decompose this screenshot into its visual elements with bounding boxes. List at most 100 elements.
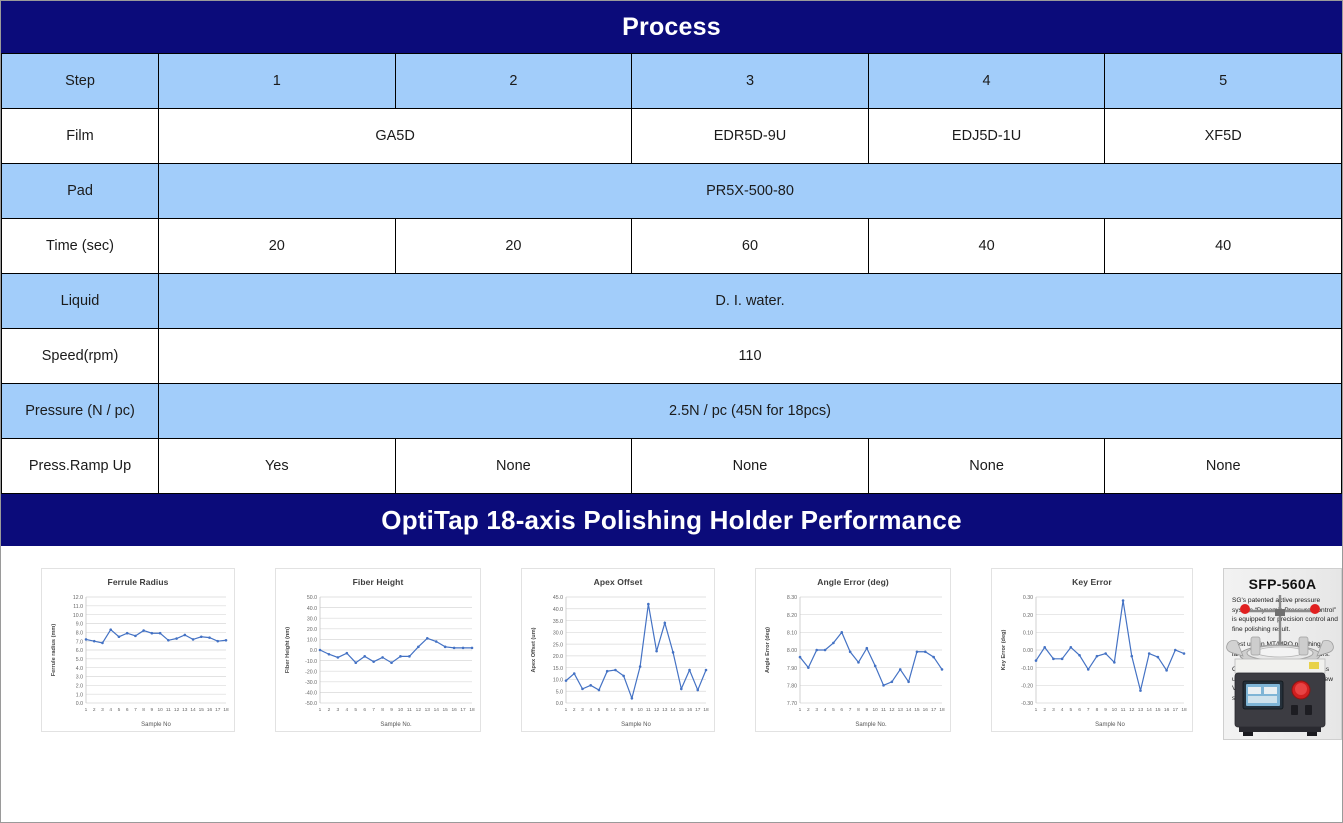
row-label: Step <box>1 53 159 109</box>
data-point <box>117 635 121 639</box>
y-tick-label: -50.0 <box>305 701 317 707</box>
y-tick-label: 15.0 <box>553 666 563 672</box>
data-point <box>345 651 349 655</box>
y-tick-label: 6.0 <box>76 648 83 654</box>
x-tick-label: 10 <box>157 707 163 713</box>
data-point <box>1043 646 1047 649</box>
x-tick-label: 18 <box>1181 707 1187 713</box>
x-tick-label: 1 <box>565 707 568 713</box>
data-point <box>408 655 411 658</box>
data-point <box>175 637 178 640</box>
x-tick-label: 18 <box>703 707 709 713</box>
charts-strip: Ferrule Radius 0.0 1.0 2.0 3.0 4.0 5.0 6.0 7.0 8.… <box>1 546 1342 740</box>
data-point <box>882 684 885 687</box>
y-tick-label: -30.0 <box>305 680 317 686</box>
x-tick-label: 11 <box>407 707 412 713</box>
x-tick-label: 6 <box>363 707 366 713</box>
x-tick-label: 14 <box>670 707 676 713</box>
x-tick-label: 4 <box>345 707 348 713</box>
polishing-machine-image <box>1226 595 1334 736</box>
x-tick-label: 12 <box>889 707 895 713</box>
table-cell: 3 <box>631 53 869 109</box>
data-point <box>1095 654 1099 658</box>
data-point <box>898 668 902 671</box>
y-tick-label: 7.90 <box>787 666 797 672</box>
y-tick-label: 30.0 <box>307 616 317 622</box>
y-tick-label: 8.0 <box>76 631 83 637</box>
table-cell: 20 <box>394 218 633 274</box>
table-cell: Yes <box>158 438 396 494</box>
y-tick-label: 7.80 <box>787 684 797 690</box>
data-point <box>572 672 576 675</box>
x-tick-label: 9 <box>865 707 868 713</box>
data-point <box>470 646 474 650</box>
x-tick-label: 15 <box>443 707 449 713</box>
chart-title: Key Error <box>1072 577 1112 587</box>
data-point <box>890 680 894 684</box>
x-tick-label: 4 <box>109 707 112 713</box>
process-banner: Process <box>1 1 1342 53</box>
x-tick-label: 13 <box>898 707 904 713</box>
data-point <box>647 602 650 606</box>
chart-title: Angle Error (deg) <box>817 577 889 587</box>
chart-plot: 0.0 1.0 2.0 3.0 4.0 5.0 6.0 7.0 8.0 9.0 10.0 11.0 12… <box>51 595 229 728</box>
data-series-line <box>565 603 707 701</box>
table-cell: GA5D <box>157 108 633 164</box>
data-point <box>671 651 675 654</box>
y-tick-label: 9.0 <box>76 622 83 628</box>
x-tick-label: 15 <box>679 707 685 713</box>
y-axis-label: Key Error (deg) <box>1001 630 1007 671</box>
data-point <box>434 640 438 643</box>
y-tick-label: 12.0 <box>73 595 83 601</box>
y-tick-label: 8.20 <box>787 613 797 619</box>
x-axis-label: Sample No <box>621 722 651 728</box>
x-tick-label: 10 <box>398 707 404 713</box>
data-point <box>605 669 609 673</box>
y-tick-label: 4.0 <box>76 666 83 672</box>
table-cell: 60 <box>631 218 869 274</box>
x-tick-label: 14 <box>434 707 440 713</box>
data-point <box>208 636 211 639</box>
x-tick-label: 10 <box>637 707 643 713</box>
data-point <box>679 687 683 691</box>
table-cell: 1 <box>158 53 396 109</box>
data-point <box>199 635 203 639</box>
y-tick-label: 0.0 <box>76 701 83 707</box>
chart-card: Ferrule Radius 0.0 1.0 2.0 3.0 4.0 5.0 6.0 7.0 8.… <box>41 568 235 732</box>
x-tick-label: 16 <box>923 707 929 713</box>
row-label: Film <box>1 108 159 164</box>
data-series-line <box>319 637 472 664</box>
x-tick-label: 16 <box>1164 707 1170 713</box>
data-point <box>1034 659 1038 662</box>
y-axis-label: Fiber Height (nm) <box>285 627 291 673</box>
table-row: Time (sec) 20 20 60 40 40 <box>1 218 1342 274</box>
data-point <box>1182 652 1186 655</box>
x-tick-label: 13 <box>425 707 431 713</box>
table-cell: 5 <box>1104 53 1342 109</box>
y-tick-label: 8.10 <box>787 631 797 637</box>
x-tick-label: 16 <box>687 707 693 713</box>
data-point <box>1060 657 1064 661</box>
data-point <box>381 656 384 659</box>
y-tick-label: 45.0 <box>553 595 563 601</box>
chart-title: Apex Offset <box>593 577 643 587</box>
data-point <box>109 628 113 631</box>
y-tick-label: 1.0 <box>76 692 83 698</box>
data-point <box>158 631 162 635</box>
y-tick-label: -40.0 <box>305 691 317 697</box>
y-tick-label: 20.0 <box>307 627 317 633</box>
x-tick-label: 11 <box>646 707 651 713</box>
y-tick-label: 5.0 <box>556 689 563 695</box>
data-point <box>638 665 642 668</box>
table-row: Pressure (N / pc) 2.5N / pc (45N for 18pc… <box>1 383 1342 439</box>
x-tick-label: 5 <box>118 707 121 713</box>
row-label: Speed(rpm) <box>1 328 159 384</box>
x-tick-label: 4 <box>1061 707 1064 713</box>
y-tick-label: -0.30 <box>1021 701 1033 707</box>
x-tick-label: 8 <box>1096 707 1099 713</box>
data-point <box>857 661 860 664</box>
y-tick-label: 10.0 <box>73 613 83 619</box>
y-tick-label: 0.0 <box>310 648 317 654</box>
data-point <box>597 688 601 692</box>
row-label: Pressure (N / pc) <box>1 383 159 439</box>
